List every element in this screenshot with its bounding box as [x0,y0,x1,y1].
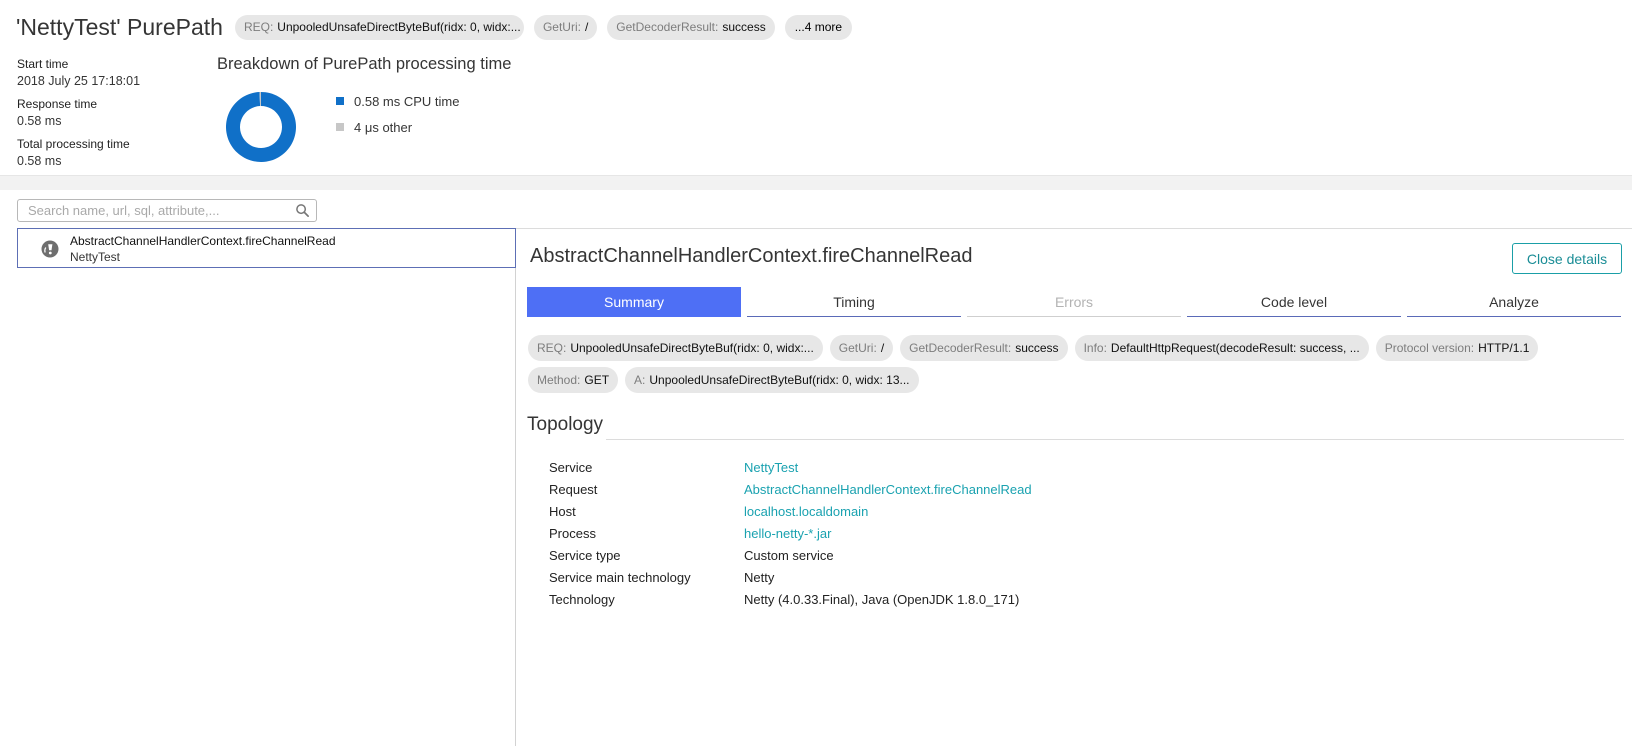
topology-technology-value: Netty (4.0.33.Final), Java (OpenJDK 1.8.… [744,591,1020,607]
topology-table: Service NettyTest Request AbstractChanne… [549,456,1032,610]
legend-swatch-cpu [336,97,344,105]
breakdown-title: Breakdown of PurePath processing time [217,55,512,73]
legend-swatch-other [336,123,344,131]
title-row: 'NettyTest' PurePath REQ: UnpooledUnsafe… [16,12,853,42]
legend-label-other: 4 μs other [354,119,413,135]
topology-divider [606,439,1624,440]
total-processing-time-label: Total processing time [17,137,130,151]
chip-value: success [722,20,766,34]
chip-value: / [584,20,589,34]
legend-item-cpu[interactable]: 0.58 ms CPU time [336,92,459,110]
topology-row-technology: Technology Netty (4.0.33.Final), Java (O… [549,588,1032,610]
page-title: 'NettyTest' PurePath [16,13,223,40]
chip-value: success [1015,341,1059,355]
detail-title: AbstractChannelHandlerContext.fireChanne… [530,245,973,267]
donut-slice-0[interactable] [226,92,296,162]
chip-value: DefaultHttpRequest(decodeResult: success… [1110,341,1360,355]
purepath-content: AbstractChannelHandlerContext.fireChanne… [0,190,1632,746]
topology-row-process: Process hello-netty-*.jar [549,522,1032,544]
chip-value: UnpooledUnsafeDirectByteBuf(ridx: 0, wid… [649,373,910,387]
chip-key: Method: [537,373,581,387]
chip-key: GetDecoderResult: [909,341,1012,355]
purepath-meta: Start time 2018 July 25 17:18:01 Respons… [17,57,197,177]
topology-request-link[interactable]: AbstractChannelHandlerContext.fireChanne… [744,482,1032,497]
topology-host-link[interactable]: localhost.localdomain [744,504,868,519]
search-input[interactable] [28,203,288,218]
attribute-chip-info[interactable]: Info: DefaultHttpRequest(decodeResult: s… [1074,335,1369,361]
attribute-chip-protocol-version[interactable]: Protocol version: HTTP/1.1 [1375,335,1539,361]
section-separator [0,176,1632,190]
pane-divider[interactable] [515,228,516,746]
topology-row-main-technology: Service main technology Netty [549,566,1032,588]
attribute-chip-req[interactable]: REQ: UnpooledUnsafeDirectByteBuf(ridx: 0… [234,14,524,40]
more-attributes-chip[interactable]: ...4 more [784,14,853,40]
breakdown-donut-chart[interactable] [224,90,298,164]
close-details-button[interactable]: Close details [1512,243,1622,274]
chip-key: GetDecoderResult: [616,20,719,34]
topology-row-host: Host localhost.localdomain [549,500,1032,522]
topology-key: Technology [549,591,615,607]
topology-key: Process [549,525,596,541]
topology-row-request: Request AbstractChannelHandlerContext.fi… [549,478,1032,500]
topology-title: Topology [527,414,604,435]
chip-value: GET [584,373,610,387]
chip-value: UnpooledUnsafeDirectByteBuf(ridx: 0, wid… [277,20,521,34]
attribute-chip-geturi[interactable]: GetUri: / [533,14,598,40]
search-icon[interactable] [295,203,310,218]
chip-key: GetUri: [838,341,877,355]
response-time-label: Response time [17,97,98,111]
attribute-row-2: Method: GET A: UnpooledUnsafeDirectByteB… [528,367,919,393]
chip-key: A: [634,373,646,387]
topology-key: Service main technology [549,569,691,585]
topology-key: Service type [549,547,621,563]
topology-key: Service [549,459,593,475]
legend-item-other[interactable]: 4 μs other [336,118,459,136]
attribute-row-1: REQ: UnpooledUnsafeDirectByteBuf(ridx: 0… [528,335,1539,361]
chip-key: REQ: [243,20,274,34]
purepath-header: 'NettyTest' PurePath REQ: UnpooledUnsafe… [0,0,1632,176]
chip-value: UnpooledUnsafeDirectByteBuf(ridx: 0, wid… [570,341,814,355]
topology-row-service-type: Service type Custom service [549,544,1032,566]
topology-service-type-value: Custom service [744,547,834,563]
attribute-chip-a[interactable]: A: UnpooledUnsafeDirectByteBuf(ridx: 0, … [625,367,919,393]
tab-code-level[interactable]: Code level [1187,287,1401,317]
start-time-value: 2018 July 25 17:18:01 [17,74,141,88]
search-box[interactable] [17,199,317,222]
attribute-chip-getdecoderresult[interactable]: GetDecoderResult: success [607,14,775,40]
attribute-chip-geturi[interactable]: GetUri: / [829,335,894,361]
tree-node-selected[interactable]: AbstractChannelHandlerContext.fireChanne… [17,228,516,268]
total-processing-time-value: 0.58 ms [17,154,62,168]
legend-label-cpu: 0.58 ms CPU time [354,93,460,109]
start-time-label: Start time [17,57,69,71]
topology-key: Host [549,503,576,519]
service-node-icon [41,240,59,258]
attribute-chip-getdecoderresult[interactable]: GetDecoderResult: success [900,335,1068,361]
detail-tabs: Summary Timing Errors Code level Analyze [527,287,1627,317]
topology-service-link[interactable]: NettyTest [744,460,798,475]
tab-summary[interactable]: Summary [527,287,741,317]
tab-errors[interactable]: Errors [967,287,1181,317]
breakdown-legend: 0.58 ms CPU time 4 μs other [336,92,459,144]
chip-key: REQ: [537,341,567,355]
topology-key: Request [549,481,598,497]
tab-timing[interactable]: Timing [747,287,961,317]
topology-process-link[interactable]: hello-netty-*.jar [744,526,831,541]
chip-value: / [880,341,885,355]
chip-value: HTTP/1.1 [1478,341,1530,355]
chip-key: GetUri: [542,20,581,34]
detail-top-divider [515,228,1632,229]
tree-node-service: NettyTest [70,250,121,264]
topology-main-technology-value: Netty [744,569,775,585]
attribute-chip-req[interactable]: REQ: UnpooledUnsafeDirectByteBuf(ridx: 0… [528,335,823,361]
tab-analyze[interactable]: Analyze [1407,287,1621,317]
response-time-value: 0.58 ms [17,114,62,128]
topology-row-service: Service NettyTest [549,456,1032,478]
tree-node-name: AbstractChannelHandlerContext.fireChanne… [70,234,336,248]
chip-key: Protocol version: [1384,341,1475,355]
attribute-chip-method[interactable]: Method: GET [528,367,619,393]
chip-key: Info: [1083,341,1107,355]
